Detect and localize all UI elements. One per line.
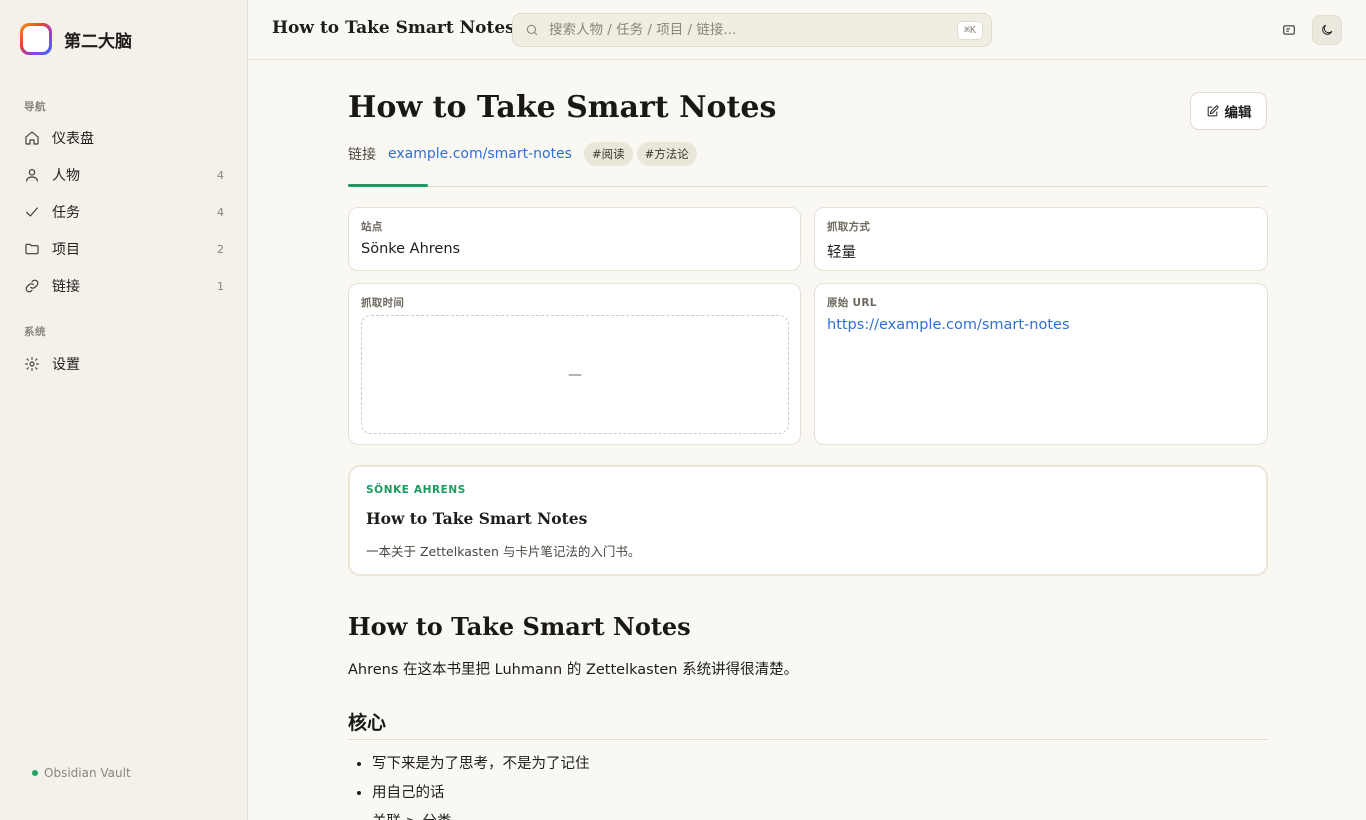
tag-chip[interactable]: #阅读 <box>583 142 633 166</box>
content-subheading: 核心 <box>348 712 387 734</box>
sidebar-item-label: 人物 <box>52 168 80 184</box>
field-value: — <box>568 366 582 383</box>
list-item: 关联 > 分类 <box>372 811 590 820</box>
search-bar[interactable]: ⌘K <box>512 13 992 47</box>
meta-row: 链接 example.com/smart-notes #阅读 #方法论 <box>348 142 697 166</box>
gear-icon <box>25 357 39 371</box>
topbar-title: How to Take Smart Notes <box>272 18 515 38</box>
sidebar-item-label: 仪表盘 <box>52 131 94 147</box>
nav-section-label: 导航 <box>24 101 46 113</box>
system-section-label: 系统 <box>24 326 46 338</box>
edit-icon <box>1207 105 1218 116</box>
sidebar-item-label: 设置 <box>52 357 80 373</box>
home-icon <box>25 131 39 145</box>
sidebar-item-settings[interactable]: 设置 <box>14 348 234 380</box>
edit-button-label: 编辑 <box>1224 105 1252 121</box>
brand[interactable]: 第二大脑 <box>20 23 132 55</box>
field-card-original-url: 原始 URL https://example.com/smart-notes <box>814 283 1268 445</box>
content-bullet-list: 写下来是为了思考，不是为了记住 用自己的话 关联 > 分类 <box>372 753 590 820</box>
list-item: 写下来是为了思考，不是为了记住 <box>372 753 590 782</box>
vault-status[interactable]: Obsidian Vault <box>32 766 131 780</box>
sidebar-item-label: 项目 <box>52 242 80 258</box>
capture-time-placeholder: — <box>361 315 789 434</box>
sidebar-item-people[interactable]: 人物 4 <box>14 159 234 191</box>
original-url-link[interactable]: https://example.com/smart-notes <box>827 317 1070 333</box>
field-value: 轻量 <box>827 245 856 261</box>
status-dot-icon <box>32 770 38 776</box>
theme-toggle-button[interactable] <box>1312 15 1342 45</box>
sidebar-item-projects[interactable]: 项目 2 <box>14 233 234 265</box>
main-content: How to Take Smart Notes 编辑 链接 example.co… <box>348 60 1268 820</box>
edit-button[interactable]: 编辑 <box>1190 92 1267 130</box>
preview-site-name: SÖNKE AHRENS <box>366 484 466 496</box>
check-icon <box>26 207 38 217</box>
panel-icon <box>1283 25 1295 35</box>
header-divider <box>348 186 1268 187</box>
list-item: 用自己的话 <box>372 782 590 811</box>
app-name: 第二大脑 <box>64 31 132 52</box>
field-card-site: 站点 Sönke Ahrens <box>348 207 801 271</box>
field-value: Sönke Ahrens <box>361 241 461 257</box>
sidebar-item-links[interactable]: 链接 1 <box>14 270 234 302</box>
field-label: 原始 URL <box>827 297 877 309</box>
search-shortcut-badge: ⌘K <box>956 20 983 40</box>
content-heading: How to Take Smart Notes <box>348 612 691 641</box>
sidebar-item-count: 1 <box>217 279 224 293</box>
tag-chip[interactable]: #方法论 <box>636 142 697 166</box>
folder-icon <box>25 243 39 255</box>
source-link[interactable]: example.com/smart-notes <box>388 146 572 162</box>
field-label: 站点 <box>361 221 383 233</box>
field-label: 抓取时间 <box>361 297 405 309</box>
vault-name: Obsidian Vault <box>44 766 131 780</box>
field-label: 抓取方式 <box>827 221 871 233</box>
app-logo-icon <box>20 23 52 55</box>
user-icon <box>26 169 38 182</box>
note-type-label: 链接 <box>348 147 376 163</box>
sidebar-item-label: 任务 <box>52 205 80 221</box>
sidebar-item-count: 4 <box>217 205 224 219</box>
sidebar-item-dashboard[interactable]: 仪表盘 <box>14 122 234 154</box>
toggle-panel-button[interactable] <box>1274 15 1304 45</box>
preview-title: How to Take Smart Notes <box>366 509 588 528</box>
sidebar-item-count: 2 <box>217 242 224 256</box>
search-input[interactable] <box>549 22 957 38</box>
sidebar: 第二大脑 导航 仪表盘 人物 4 任务 4 项目 2 链接 1 系统 设置 Ob… <box>0 0 248 820</box>
sidebar-item-tasks[interactable]: 任务 4 <box>14 196 234 228</box>
moon-icon <box>1322 24 1333 35</box>
content-paragraph: Ahrens 在这本书里把 Luhmann 的 Zettelkasten 系统讲… <box>348 662 799 678</box>
page-title: How to Take Smart Notes <box>348 90 777 125</box>
sidebar-item-count: 4 <box>217 168 224 182</box>
link-preview-card[interactable]: SÖNKE AHRENS How to Take Smart Notes 一本关… <box>348 465 1268 576</box>
header-divider-accent <box>348 184 428 187</box>
field-card-capture-method: 抓取方式 轻量 <box>814 207 1268 271</box>
search-icon <box>526 24 538 36</box>
topbar: How to Take Smart Notes ⌘K <box>248 0 1366 60</box>
subheading-divider <box>348 739 1268 740</box>
link-icon <box>25 279 39 293</box>
sidebar-item-label: 链接 <box>52 279 80 295</box>
field-card-capture-time: 抓取时间 — <box>348 283 801 445</box>
preview-description: 一本关于 Zettelkasten 与卡片笔记法的入门书。 <box>366 544 641 559</box>
